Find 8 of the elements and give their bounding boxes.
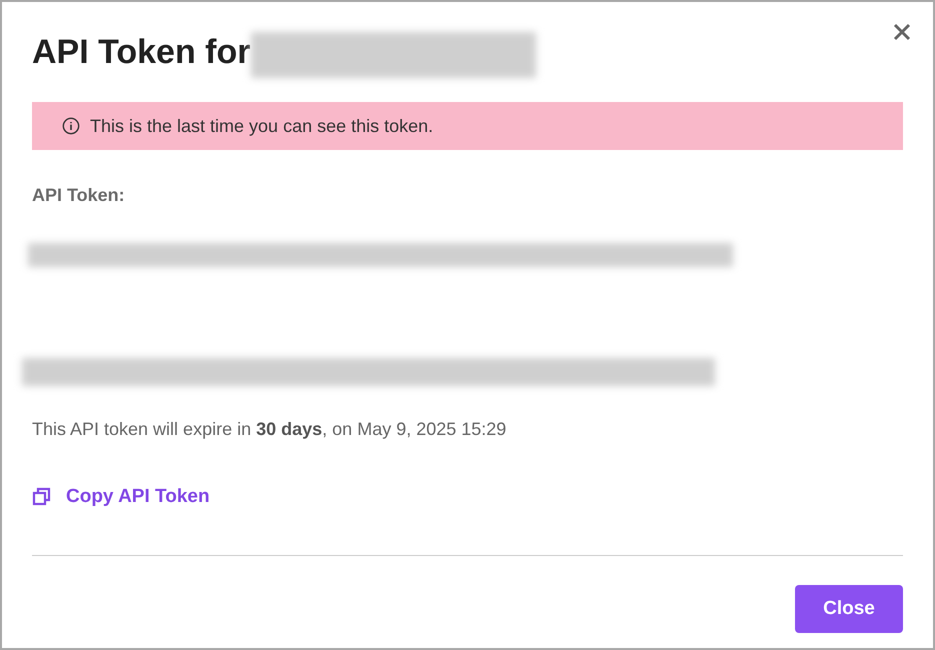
dialog-title: API Token for (32, 32, 250, 72)
token-label: API Token: (32, 184, 126, 207)
close-button[interactable]: Close (795, 585, 903, 634)
alert-text: This is the last time you can see this token. (90, 114, 434, 138)
copy-icon (32, 487, 52, 508)
info-icon (62, 117, 80, 135)
expiry-note: This API token will expire in 30 days, on May 9, 2025 15:29 (32, 418, 508, 441)
copy-token-link[interactable]: Copy API Token (32, 483, 210, 512)
